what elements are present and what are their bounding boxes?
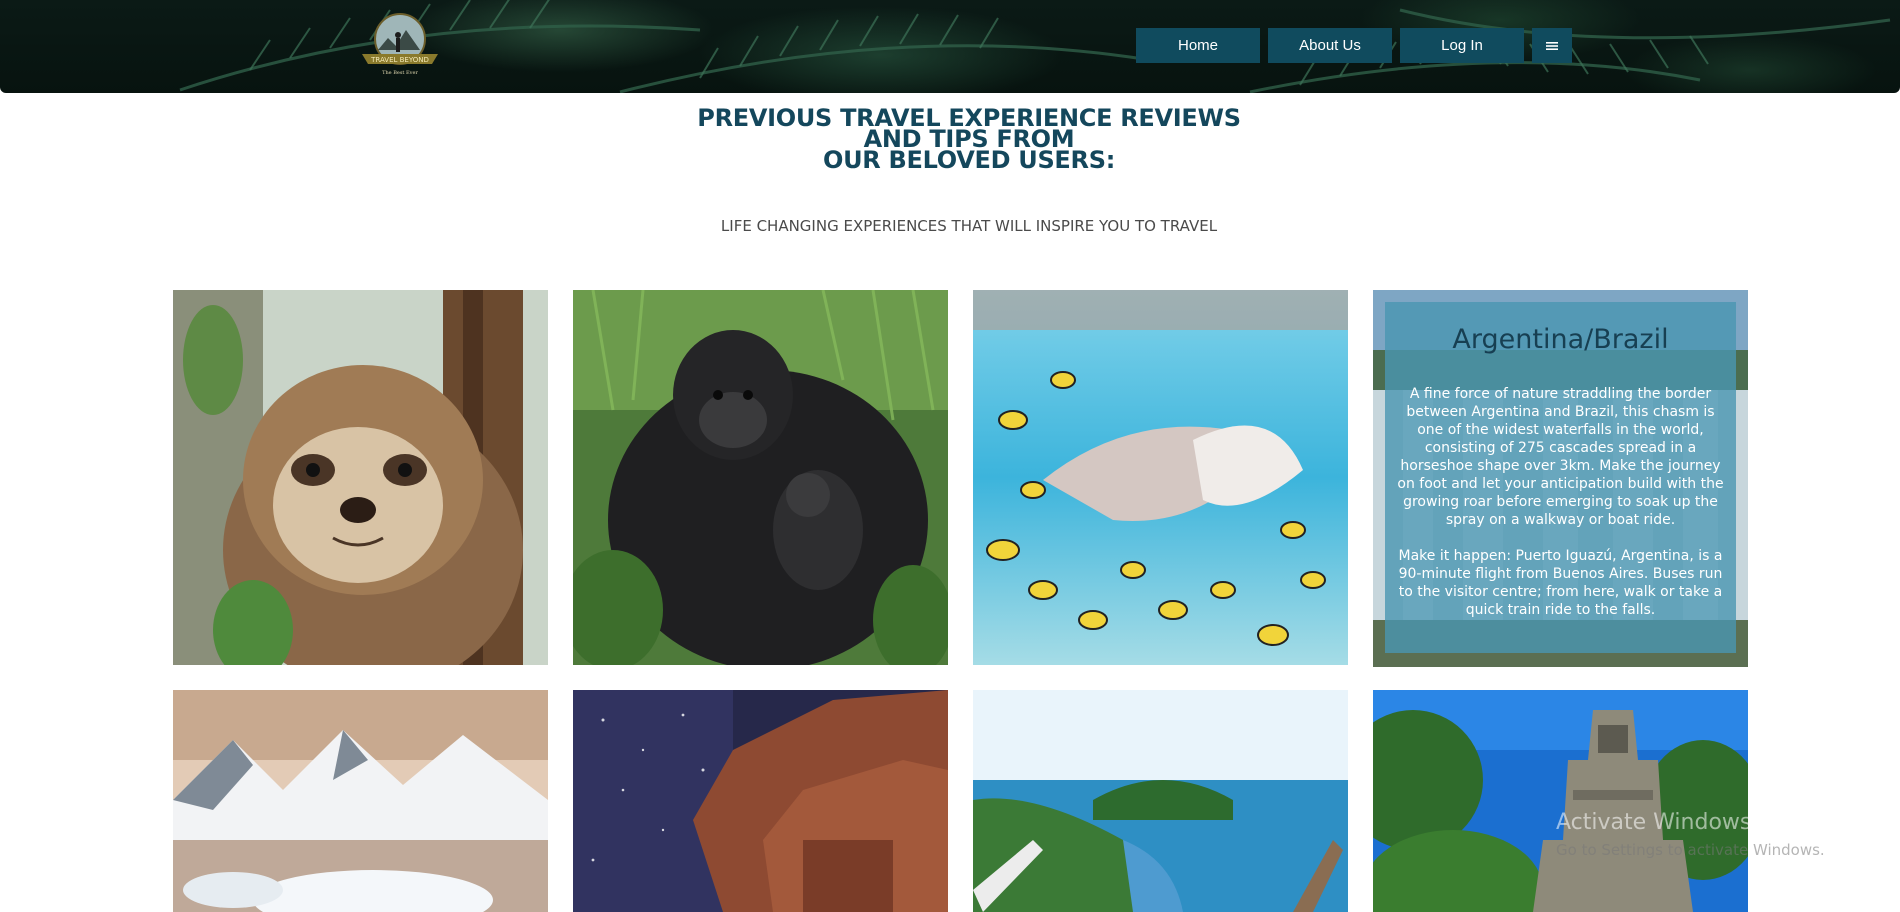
- menu-button[interactable]: [1532, 28, 1572, 63]
- travel-beyond-logo[interactable]: TRAVEL BEYOND The Best Ever: [358, 12, 442, 78]
- argentina-brazil-card[interactable]: Argentina/Brazil A fine force of nature …: [1373, 290, 1748, 667]
- card-description: A fine force of nature straddling the bo…: [1397, 386, 1724, 528]
- antarctica-photo[interactable]: [173, 690, 548, 912]
- card-tip: Make it happen: Puerto Iguazú, Argentina…: [1398, 548, 1723, 618]
- fern-background-image: [179, 0, 1891, 93]
- coastline-photo[interactable]: [973, 690, 1348, 912]
- stingray-fish-photo[interactable]: [973, 290, 1348, 665]
- home-button[interactable]: Home: [1136, 28, 1260, 63]
- title-line-3: OUR BELOVED USERS:: [823, 146, 1115, 174]
- main-nav: Home About Us Log In: [1136, 28, 1572, 63]
- sloth-photo[interactable]: [173, 290, 548, 665]
- svg-text:TRAVEL BEYOND: TRAVEL BEYOND: [370, 56, 429, 64]
- card-overlay: Argentina/Brazil A fine force of nature …: [1385, 302, 1736, 653]
- gorilla-photo[interactable]: [573, 290, 948, 665]
- hamburger-icon: [1546, 41, 1558, 50]
- site-header: TRAVEL BEYOND The Best Ever Home About U…: [0, 0, 1900, 93]
- svg-text:The Best Ever: The Best Ever: [382, 70, 418, 76]
- petra-photo[interactable]: [573, 690, 948, 912]
- tikal-temple-photo[interactable]: [1373, 690, 1748, 912]
- log-in-button[interactable]: Log In: [1400, 28, 1524, 63]
- about-us-button[interactable]: About Us: [1268, 28, 1392, 63]
- page-subtitle: LIFE CHANGING EXPERIENCES THAT WILL INSP…: [720, 217, 1218, 235]
- page-title: PREVIOUS TRAVEL EXPERIENCE REVIEWS AND T…: [0, 106, 1900, 174]
- card-title: Argentina/Brazil: [1452, 324, 1669, 355]
